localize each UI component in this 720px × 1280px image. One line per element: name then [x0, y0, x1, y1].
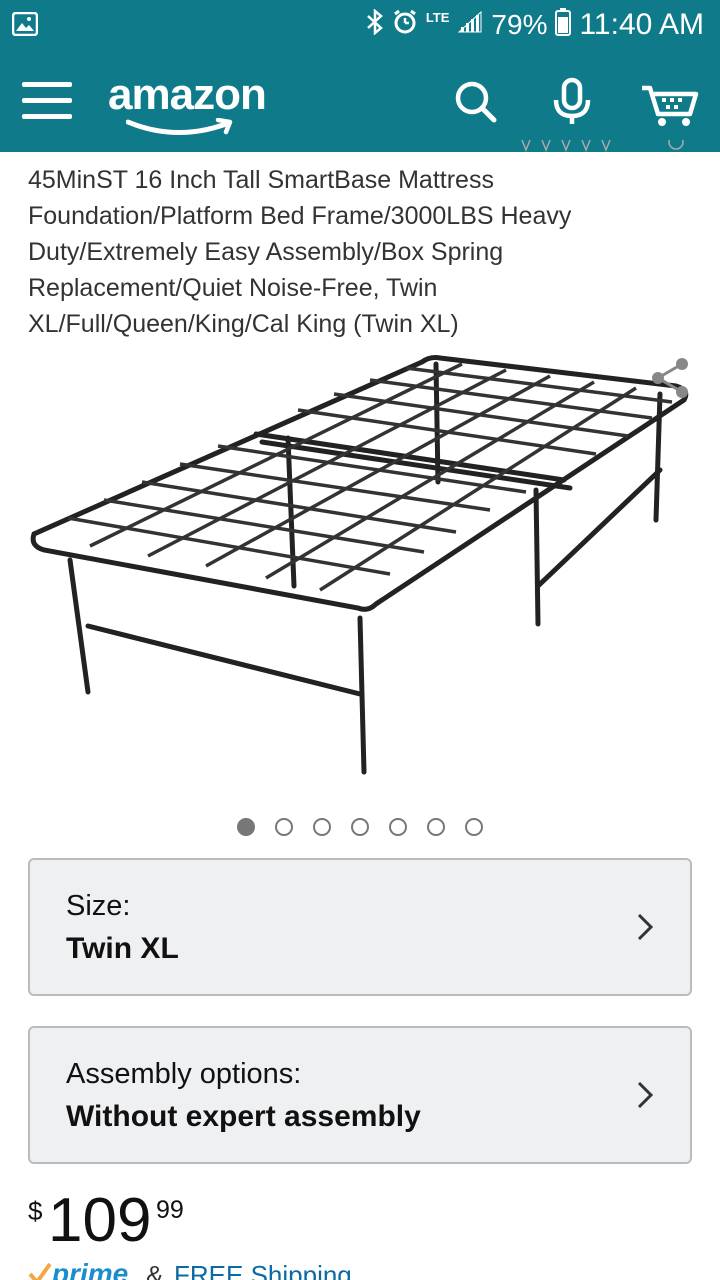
battery-icon — [555, 7, 572, 43]
shipping-amp: & — [146, 1260, 164, 1280]
prime-check-icon — [28, 1260, 52, 1280]
price-currency: $ — [28, 1196, 43, 1226]
assembly-value: Without expert assembly — [66, 1100, 421, 1133]
image-dot[interactable] — [351, 818, 369, 836]
size-label: Size: — [66, 890, 131, 922]
menu-icon[interactable] — [22, 80, 74, 122]
status-bar: LTE 79% 11:40 AM — [0, 0, 720, 50]
size-value: Twin XL — [66, 932, 179, 965]
app-header: amazon — [0, 50, 720, 152]
assembly-label: Assembly options: — [66, 1058, 302, 1090]
cart-icon[interactable] — [640, 74, 700, 130]
microphone-icon[interactable] — [544, 74, 600, 130]
price-whole: 109 — [48, 1186, 152, 1255]
image-dot[interactable] — [427, 818, 445, 836]
free-shipping-link[interactable]: FREE Shipping — [174, 1260, 352, 1280]
image-dot[interactable] — [389, 818, 407, 836]
price-fraction: 99 — [156, 1196, 184, 1224]
image-dot[interactable] — [275, 818, 293, 836]
image-dot[interactable] — [313, 818, 331, 836]
logo-text: amazon — [108, 70, 267, 119]
product-title: 45MinST 16 Inch Tall SmartBase Mattress … — [28, 166, 572, 338]
rating-stars-partial — [520, 140, 700, 154]
battery-percent: 79% — [491, 9, 548, 40]
image-dot[interactable] — [237, 818, 255, 836]
signal-icon — [457, 9, 483, 41]
size-selector[interactable]: Size: Twin XL — [28, 858, 692, 996]
shipping-row: prime & FREE Shipping — [28, 1256, 528, 1280]
assembly-options-selector[interactable]: Assembly options: Without expert assembl… — [28, 1026, 692, 1164]
bluetooth-icon — [366, 7, 384, 42]
share-icon[interactable] — [646, 354, 694, 402]
clock: 11:40 AM — [579, 8, 704, 41]
search-icon[interactable] — [448, 74, 504, 130]
image-notification-icon — [11, 11, 39, 41]
amazon-logo[interactable]: amazon — [108, 66, 288, 136]
chevron-right-icon — [636, 1080, 654, 1115]
image-pagination — [0, 818, 720, 838]
network-type-label: LTE — [425, 10, 450, 25]
alarm-icon — [392, 9, 418, 42]
product-image[interactable] — [20, 350, 700, 790]
image-dot[interactable] — [465, 818, 483, 836]
prime-logo: prime — [52, 1258, 129, 1280]
chevron-right-icon — [636, 912, 654, 947]
